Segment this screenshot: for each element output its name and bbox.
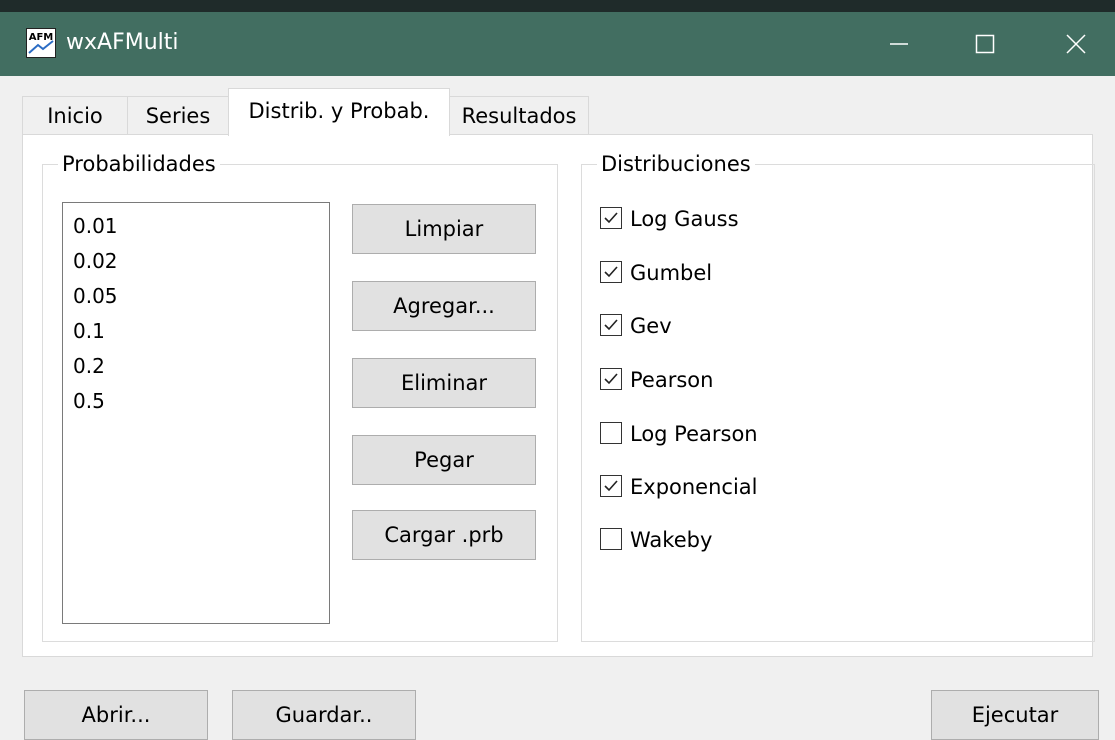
checkmark-icon	[604, 319, 618, 331]
limpiar-button[interactable]: Limpiar	[352, 204, 536, 254]
list-item[interactable]: 0.2	[73, 349, 329, 384]
abrir-button[interactable]: Abrir...	[24, 690, 208, 740]
checkmark-icon	[604, 212, 618, 224]
ejecutar-button[interactable]: Ejecutar	[931, 690, 1099, 740]
cargar-prb-button[interactable]: Cargar .prb	[352, 510, 536, 560]
checkbox-label: Log Pearson	[630, 422, 758, 446]
close-button[interactable]	[1044, 12, 1108, 76]
guardar-button[interactable]: Guardar..	[232, 690, 416, 740]
list-item[interactable]: 0.1	[73, 314, 329, 349]
probabilidades-title: Probabilidades	[58, 151, 220, 177]
checkbox-label: Exponencial	[630, 475, 758, 499]
checkbox-box[interactable]	[600, 475, 622, 497]
checkbox-box[interactable]	[600, 368, 622, 390]
tab-distrib-probab[interactable]: Distrib. y Probab.	[228, 88, 450, 136]
checkbox-label: Log Gauss	[630, 207, 739, 231]
svg-text:AFM: AFM	[29, 32, 54, 43]
list-item[interactable]: 0.05	[73, 279, 329, 314]
checkbox-box[interactable]	[600, 207, 622, 229]
checkbox-box[interactable]	[600, 422, 622, 444]
checkbox-label: Gumbel	[630, 261, 713, 285]
tab-inicio[interactable]: Inicio	[22, 96, 128, 134]
checkbox-box[interactable]	[600, 314, 622, 336]
checkbox-box[interactable]	[600, 528, 622, 550]
maximize-button[interactable]	[953, 12, 1017, 76]
checkbox-label: Gev	[630, 314, 672, 338]
close-icon	[1066, 34, 1086, 54]
pegar-button[interactable]: Pegar	[352, 435, 536, 485]
probabilidades-list[interactable]: 0.01 0.02 0.05 0.1 0.2 0.5	[62, 202, 330, 624]
window-title: wxAFMulti	[66, 30, 179, 55]
title-bar[interactable]: AFM wxAFMulti	[0, 12, 1115, 76]
checkmark-icon	[604, 480, 618, 492]
minimize-button[interactable]	[867, 12, 931, 76]
background-window-strip	[0, 0, 1115, 12]
list-item[interactable]: 0.5	[73, 384, 329, 419]
tab-resultados[interactable]: Resultados	[449, 96, 589, 134]
checkbox-label: Pearson	[630, 368, 714, 392]
checkbox-label: Wakeby	[630, 528, 713, 552]
afm-app-icon: AFM	[26, 28, 56, 58]
distribuciones-group: Distribuciones	[581, 151, 1095, 642]
distribuciones-title: Distribuciones	[597, 151, 755, 177]
maximize-icon	[975, 34, 995, 54]
checkmark-icon	[604, 373, 618, 385]
checkbox-box[interactable]	[600, 261, 622, 283]
checkmark-icon	[604, 266, 618, 278]
list-item[interactable]: 0.01	[73, 209, 329, 244]
eliminar-button[interactable]: Eliminar	[352, 358, 536, 408]
agregar-button[interactable]: Agregar...	[352, 281, 536, 331]
list-item[interactable]: 0.02	[73, 244, 329, 279]
minimize-icon	[890, 43, 908, 45]
tab-series[interactable]: Series	[127, 96, 229, 134]
